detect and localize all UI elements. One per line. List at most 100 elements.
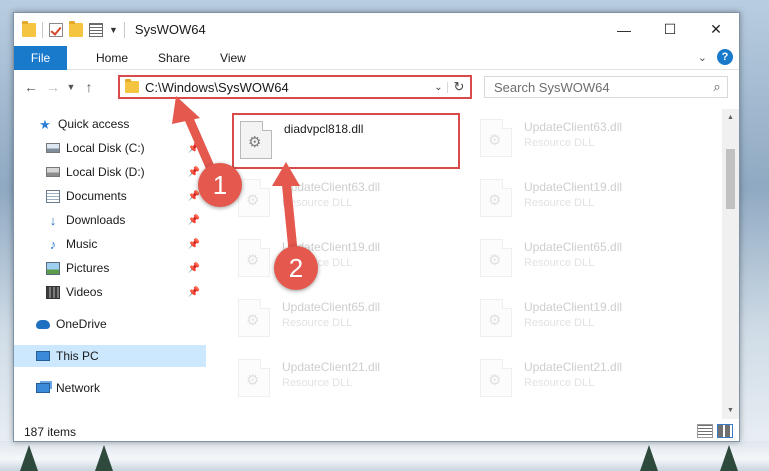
- recent-locations-chevron-icon[interactable]: ▼: [64, 82, 78, 92]
- scroll-down-icon[interactable]: ▼: [722, 402, 739, 419]
- chevron-down-icon[interactable]: ⌄: [430, 81, 448, 93]
- tab-home[interactable]: Home: [81, 51, 143, 65]
- file-type: Resource DLL: [524, 317, 595, 329]
- expand-ribbon-icon[interactable]: ⌄: [698, 51, 707, 64]
- file-name: UpdateClient21.dll: [282, 360, 381, 374]
- search-icon[interactable]: ⌕: [707, 79, 727, 95]
- dll-file-icon: ⚙: [238, 359, 270, 397]
- pin-icon[interactable]: 📌: [188, 191, 200, 202]
- address-bar[interactable]: C:\Windows\SysWOW64 ⌄ ↻: [118, 75, 472, 99]
- address-path[interactable]: C:\Windows\SysWOW64: [145, 80, 430, 95]
- sidebar-item-onedrive[interactable]: OneDrive: [14, 313, 206, 335]
- sidebar-item-quick-access[interactable]: ★ Quick access: [14, 113, 206, 135]
- star-icon: ★: [39, 116, 51, 132]
- file-item-diadvpcl818[interactable]: ⚙ diadvpcl818.dll: [232, 113, 460, 169]
- file-item[interactable]: ⚙ UpdateClient63.dll Resource DLL: [474, 113, 702, 169]
- item-count: 187 items: [24, 424, 77, 439]
- search-input[interactable]: Search SysWOW64: [494, 80, 707, 95]
- sidebar-item-documents[interactable]: Documents 📌: [14, 185, 206, 207]
- help-icon[interactable]: ?: [717, 49, 733, 65]
- separator: [123, 21, 125, 38]
- pin-icon[interactable]: 📌: [188, 287, 200, 298]
- sidebar-item-music[interactable]: ♪ Music 📌: [14, 233, 206, 255]
- file-item[interactable]: ⚙ UpdateClient21.dll Resource DLL: [232, 353, 460, 409]
- file-type: Resource DLL: [524, 257, 595, 269]
- pin-icon[interactable]: 📌: [188, 143, 200, 154]
- file-item[interactable]: ⚙ UpdateClient65.dll Resource DLL: [232, 293, 460, 349]
- file-item[interactable]: ⚙ UpdateClient19.dll Resource DLL: [474, 173, 702, 229]
- tree-decoration: [720, 445, 738, 471]
- scroll-up-icon[interactable]: ▲: [722, 109, 739, 126]
- file-type: Resource DLL: [282, 317, 353, 329]
- file-name: UpdateClient19.dll: [524, 180, 623, 194]
- navigation-bar: ← → ▼ ↑ C:\Windows\SysWOW64 ⌄ ↻ Search S…: [14, 73, 739, 101]
- file-item[interactable]: ⚙ UpdateClient65.dll Resource DLL: [474, 233, 702, 289]
- minimize-button[interactable]: —: [601, 13, 647, 46]
- pin-icon[interactable]: 📌: [188, 167, 200, 178]
- rename-icon[interactable]: [89, 22, 103, 37]
- cloud-icon: [36, 319, 50, 329]
- file-item[interactable]: ⚙ UpdateClient19.dll Resource DLL: [474, 293, 702, 349]
- pin-icon[interactable]: 📌: [188, 239, 200, 250]
- sidebar-item-downloads[interactable]: ↓ Downloads 📌: [14, 209, 206, 231]
- refresh-icon[interactable]: ↻: [448, 79, 470, 95]
- ribbon-options: ⌄ ?: [698, 49, 733, 65]
- vertical-scrollbar[interactable]: ▲ ▼: [722, 109, 739, 419]
- tree-decoration: [20, 445, 38, 471]
- details-view-icon[interactable]: [697, 424, 713, 438]
- pictures-icon: [46, 261, 60, 275]
- file-name: UpdateClient63.dll: [282, 180, 381, 194]
- up-arrow-icon[interactable]: ↑: [78, 79, 100, 95]
- tab-share[interactable]: Share: [143, 51, 205, 65]
- sidebar-item-videos[interactable]: Videos 📌: [14, 281, 206, 303]
- dll-file-icon: ⚙: [480, 179, 512, 217]
- network-icon: [36, 383, 50, 393]
- file-item[interactable]: ⚙ UpdateClient63.dll Resource DLL: [232, 173, 460, 229]
- maximize-button[interactable]: ☐: [647, 13, 693, 46]
- close-button[interactable]: ✕: [693, 13, 739, 46]
- customize-dropdown-icon[interactable]: ▼: [109, 25, 118, 35]
- file-name: UpdateClient65.dll: [282, 300, 381, 314]
- desktop-background: [0, 441, 769, 471]
- file-type: Resource DLL: [282, 197, 353, 209]
- sidebar-item-local-disk-d[interactable]: Local Disk (D:) 📌: [14, 161, 206, 183]
- file-type: Resource DLL: [282, 377, 353, 389]
- sidebar-item-this-pc[interactable]: This PC: [14, 345, 206, 367]
- dll-file-icon: ⚙: [480, 119, 512, 157]
- file-name: UpdateClient19.dll: [524, 300, 623, 314]
- dll-file-icon: ⚙: [480, 239, 512, 277]
- file-item[interactable]: ⚙ UpdateClient21.dll Resource DLL: [474, 353, 702, 409]
- sidebar-item-local-disk-c[interactable]: Local Disk (C:) 📌: [14, 137, 206, 159]
- dll-file-icon: ⚙: [480, 299, 512, 337]
- new-folder-icon[interactable]: [69, 20, 83, 37]
- navigation-pane: ★ Quick access Local Disk (C:) 📌 Local D…: [14, 111, 206, 411]
- forward-arrow-icon[interactable]: →: [42, 79, 64, 95]
- quick-access-toolbar: ▼: [14, 20, 125, 38]
- step-2-badge: 2: [274, 246, 318, 290]
- separator: [42, 21, 43, 38]
- back-arrow-icon[interactable]: ←: [20, 79, 42, 95]
- view-toggle: [697, 424, 733, 438]
- tab-file[interactable]: File: [14, 45, 67, 70]
- scroll-thumb[interactable]: [726, 149, 735, 209]
- file-name: diadvpcl818.dll: [284, 122, 364, 136]
- dll-file-icon: ⚙: [238, 239, 270, 277]
- tab-view[interactable]: View: [205, 51, 261, 65]
- pin-icon[interactable]: 📌: [188, 215, 200, 226]
- title-bar: ▼ SysWOW64 — ☐ ✕: [14, 13, 739, 46]
- file-name: UpdateClient21.dll: [524, 360, 623, 374]
- file-item[interactable]: ⚙ UpdateClient19.dll Resource DLL: [232, 233, 460, 289]
- properties-check-icon[interactable]: [49, 22, 63, 37]
- pin-icon[interactable]: 📌: [188, 263, 200, 274]
- drive-icon: [46, 167, 60, 177]
- step-1-badge: 1: [198, 163, 242, 207]
- file-name: UpdateClient63.dll: [524, 120, 623, 134]
- dll-file-icon: ⚙: [240, 121, 272, 159]
- window-controls: — ☐ ✕: [601, 13, 739, 46]
- large-icons-view-icon[interactable]: [717, 424, 733, 438]
- sidebar-item-pictures[interactable]: Pictures 📌: [14, 257, 206, 279]
- download-icon: ↓: [49, 212, 57, 228]
- folder-icon: [22, 20, 36, 37]
- search-box[interactable]: Search SysWOW64 ⌕: [484, 76, 728, 98]
- sidebar-item-network[interactable]: Network: [14, 377, 206, 399]
